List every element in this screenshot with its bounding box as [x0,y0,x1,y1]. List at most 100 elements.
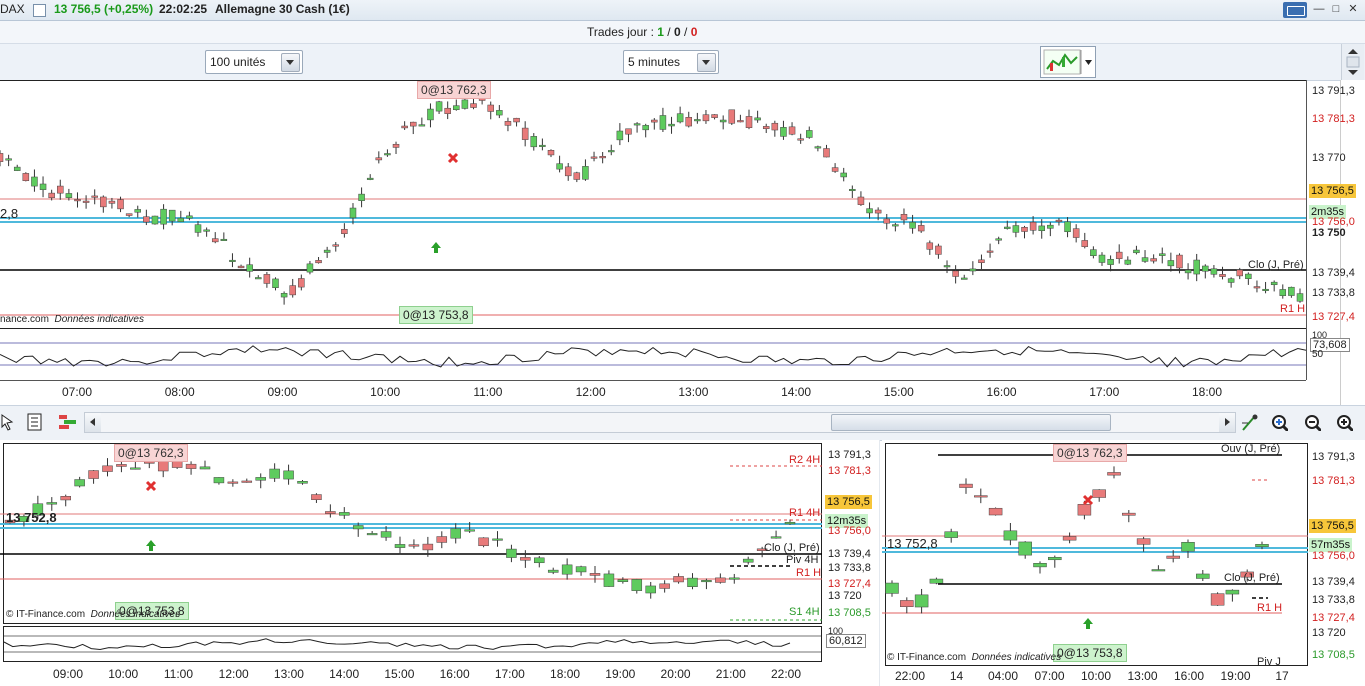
candle [599,156,606,159]
candle [1262,288,1269,291]
candle [547,569,559,573]
level-label: R1 4H [789,507,821,519]
candle [160,208,167,225]
size-select[interactable]: 100 unités [205,50,303,74]
high-tag: 0@13 762,3 [1053,444,1127,462]
candle [892,224,899,227]
candle [1288,286,1295,296]
candle [995,238,1002,241]
axis-label: 13 739,4 [828,548,871,560]
time-axis-label: 04:00 [987,669,1019,683]
candle [478,537,489,547]
candle [1245,273,1252,279]
trades-bar: Trades jour : 1 / 0 / 0 [0,21,1365,44]
axis-label: 13 791,3 [828,449,871,461]
candle [659,583,670,589]
candle [806,130,813,138]
time-axis-label: 18:00 [550,667,581,681]
candle [676,113,684,123]
axis-label: 13 756,0 [828,525,871,537]
chart-type-button[interactable] [1040,46,1096,78]
scroll-left-icon[interactable] [85,413,101,432]
scroll-thumb[interactable] [831,414,1111,431]
axis-label: 13 708,5 [828,607,871,619]
candle [616,130,624,141]
candle [227,481,239,484]
period-select[interactable]: 5 minutes [623,50,719,74]
candle [1133,249,1140,254]
time-axis-label: 16:00 [1173,669,1205,683]
candle [617,579,629,582]
time-axis-label: 14:00 [329,667,360,681]
chevron-down-icon[interactable] [281,53,300,72]
candle [5,158,12,161]
candle [1181,542,1195,552]
close-icon[interactable]: ✕ [1346,3,1360,16]
trades-lost: 0 [690,25,698,39]
high-tag: 0@13 762,3 [417,81,491,99]
candle [31,176,38,187]
time-axis-label: 11:00 [163,667,194,681]
cursor-icon[interactable] [0,413,18,431]
current-price-badge: 13 756,5 [1309,519,1356,533]
left-price-value: 13 752,8 [6,510,57,525]
zoom-out-icon[interactable] [1303,413,1321,431]
keyboard-icon[interactable] [1283,2,1307,18]
time-axis-label: 19:00 [605,667,636,681]
candle [1098,254,1106,263]
zoom-fit-icon[interactable] [1270,413,1288,431]
minimize-icon[interactable]: — [1312,3,1326,16]
candle [46,502,58,505]
candle [1236,269,1243,277]
candle [986,250,994,253]
time-axis-label: 17 [1275,669,1289,683]
candle [625,128,632,135]
level-label: R1 H [1257,602,1283,614]
chart-footer: nance.com Données indicatives [0,314,144,325]
candle [608,150,615,153]
layout-icon[interactable] [58,413,76,431]
notes-icon[interactable] [26,413,44,431]
bottom-left-price-chart[interactable] [0,440,880,686]
candle [742,558,754,563]
zoom-in-icon[interactable] [1335,413,1353,431]
candle [1029,221,1037,231]
candle [988,507,1003,516]
candle [57,185,64,194]
candle [450,528,461,539]
trades-won: 1 [657,25,664,39]
candle [1038,225,1045,231]
candle [883,218,891,224]
scroll-right-icon[interactable] [1219,413,1235,432]
candle [1227,278,1235,283]
candle [797,138,804,141]
time-axis-label: 13:00 [273,667,304,681]
candle [82,200,90,203]
candle [297,481,308,484]
candle [506,548,517,558]
candle [633,123,641,126]
time-axis-label: 21:00 [715,667,746,681]
candle [130,467,141,470]
candle [39,183,47,190]
footer-note: Données indicatives [971,652,1062,663]
candle [194,224,202,233]
chart-icon[interactable] [33,4,46,17]
candle [561,564,573,575]
candle [401,125,408,129]
level-label: Ouv (J, Pré) [1221,443,1281,455]
candle [823,148,830,158]
maximize-icon[interactable]: □ [1329,3,1343,16]
instrument-name: Allemagne 30 Cash (1€) [215,2,350,16]
main-price-chart[interactable] [0,80,1365,405]
drawing-tool-icon[interactable] [1240,413,1258,431]
axis-label: 13 733,8 [1312,594,1355,606]
candle [283,470,294,480]
candle [1081,240,1089,247]
vertical-scrollbar[interactable] [1341,44,1364,80]
horizontal-scrollbar[interactable] [84,412,1236,433]
candle [814,146,822,149]
axis-label: 13 750 [1312,227,1346,239]
level-label: R2 4H [789,454,821,466]
chevron-down-icon[interactable] [697,53,716,72]
